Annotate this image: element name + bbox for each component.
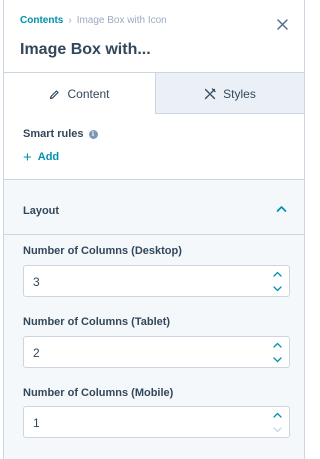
- columns-mobile-stepper: [265, 407, 289, 437]
- chevron-up-icon: [272, 342, 282, 348]
- chevron-down-icon: [272, 285, 282, 291]
- breadcrumb-contents-link[interactable]: Contents: [20, 15, 63, 26]
- columns-tablet-label: Number of Columns (Tablet): [23, 316, 171, 328]
- tab-content-label: Content: [67, 87, 110, 101]
- close-icon: [276, 18, 288, 30]
- chevron-down-icon: [272, 356, 282, 362]
- chevron-up-icon: [276, 206, 287, 212]
- columns-desktop-decrement[interactable]: [265, 281, 289, 296]
- columns-desktop-value: 3: [33, 275, 40, 289]
- breadcrumb: Contents › Image Box with Icon: [20, 15, 167, 26]
- columns-mobile-decrement[interactable]: [265, 422, 289, 437]
- columns-tablet-increment[interactable]: [265, 337, 289, 352]
- columns-tablet-stepper: [265, 337, 289, 367]
- page-title: Image Box with...: [20, 41, 151, 58]
- layout-title: Layout: [23, 205, 60, 217]
- smart-rules-label: Smart rules: [23, 128, 84, 140]
- info-icon[interactable]: i: [88, 129, 98, 139]
- close-button[interactable]: [273, 15, 291, 33]
- columns-mobile-label: Number of Columns (Mobile): [23, 387, 174, 399]
- tab-styles-label: Styles: [223, 86, 256, 101]
- tab-styles[interactable]: Styles: [156, 73, 304, 114]
- tab-bar: Content Styles: [4, 73, 304, 115]
- columns-mobile-input[interactable]: 1: [23, 406, 290, 438]
- columns-mobile-increment[interactable]: [265, 407, 289, 422]
- columns-desktop-label: Number of Columns (Desktop): [23, 245, 182, 257]
- breadcrumb-separator: ›: [68, 15, 72, 26]
- sidebar-panel: Contents › Image Box with Icon Image Box…: [3, 0, 305, 459]
- styles-icon: [205, 87, 216, 99]
- breadcrumb-current: Image Box with Icon: [76, 15, 167, 26]
- plus-icon: +: [23, 148, 32, 166]
- smart-rules-heading: Smart rules i: [23, 128, 98, 140]
- chevron-up-icon: [272, 412, 282, 418]
- columns-tablet-decrement[interactable]: [265, 352, 289, 367]
- pencil-icon: [50, 89, 60, 99]
- columns-desktop-stepper: [265, 266, 289, 296]
- columns-mobile-value: 1: [33, 416, 40, 430]
- columns-desktop-input[interactable]: 3: [23, 265, 290, 297]
- panel-header: Contents › Image Box with Icon Image Box…: [4, 0, 304, 73]
- columns-desktop-increment[interactable]: [265, 266, 289, 281]
- columns-tablet-input[interactable]: 2: [23, 336, 290, 368]
- add-label: Add: [37, 151, 60, 163]
- chevron-up-icon: [272, 271, 282, 277]
- add-smart-rule-button[interactable]: + Add: [23, 148, 60, 166]
- layout-section-toggle[interactable]: Layout: [4, 181, 304, 235]
- chevron-down-icon: [272, 426, 282, 432]
- tab-content[interactable]: Content: [4, 73, 156, 115]
- columns-tablet-value: 2: [33, 346, 40, 360]
- smart-rules-section: Smart rules i + Add: [4, 114, 304, 180]
